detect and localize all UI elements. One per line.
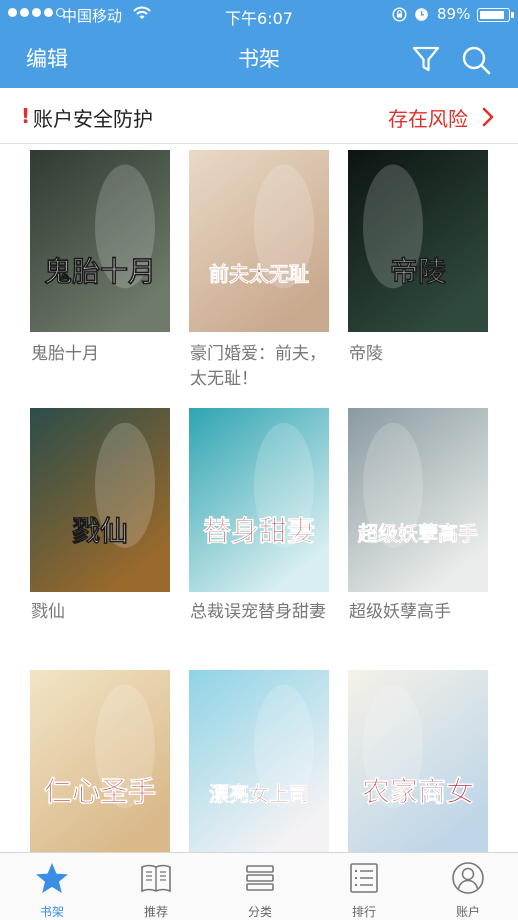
risk-status[interactable]: 存在风险 [388, 103, 468, 132]
stack-icon [246, 865, 274, 891]
tab-recommend[interactable]: 推荐 [104, 853, 208, 920]
security-label: 账户安全防护 [33, 107, 153, 131]
book-cover[interactable]: 替身甜妻 [189, 408, 329, 592]
tab-label: 排行 [351, 905, 376, 919]
book-title[interactable]: 鬼胎十月 [31, 342, 171, 367]
cover-art: 前夫太无耻 [189, 150, 329, 332]
cover-art: 仁心圣手 [30, 670, 170, 852]
filter-icon[interactable] [411, 44, 441, 74]
book-cover[interactable]: 戮仙 [30, 408, 170, 592]
tab-label: 书架 [39, 905, 64, 919]
tab-bar: 书架 推荐 分类 排行 账户 [0, 852, 518, 920]
search-icon[interactable] [460, 44, 492, 76]
user-icon [452, 862, 484, 894]
chevron-right-icon[interactable] [481, 107, 495, 127]
cover-title-art: 农家商女 [361, 775, 474, 808]
cover-art: 戮仙 [30, 408, 170, 592]
cover-title-art: 前夫太无耻 [209, 262, 309, 286]
book-cover[interactable]: 农家商女 [348, 670, 488, 852]
status-bar: 中国移动 下午6:07 89% [0, 0, 518, 30]
book-cover[interactable]: 鬼胎十月 [30, 150, 170, 332]
cover-title-art: 帝陵 [390, 255, 447, 288]
battery-icon [477, 8, 514, 22]
book-cover[interactable]: 超级妖孽高手 [348, 408, 488, 592]
cover-title-art: 戮仙 [72, 514, 128, 547]
account-security-banner[interactable]: ! 账户安全防护 存在风险 [0, 88, 518, 144]
star-icon [36, 863, 68, 893]
rotation-lock-icon [392, 7, 407, 22]
cover-title-art: 仁心圣手 [44, 775, 156, 808]
tab-label: 分类 [247, 905, 272, 919]
tab-label: 推荐 [143, 905, 168, 919]
book-cover[interactable]: 漂亮女上司 [189, 670, 329, 852]
top-bar: 中国移动 下午6:07 89% 编辑 书架 [0, 0, 518, 88]
book-title[interactable]: 豪门婚爱：前夫，太无耻！ [190, 342, 330, 392]
cover-art: 超级妖孽高手 [348, 408, 488, 592]
book-icon [141, 864, 171, 893]
book-title[interactable]: 戮仙 [31, 600, 171, 625]
cover-title-art: 鬼胎十月 [44, 255, 156, 288]
bookshelf-grid: 鬼胎十月 鬼胎十月 前夫太无耻 豪门婚爱：前夫，太无耻！ 帝陵 帝陵 戮仙 戮仙… [0, 144, 518, 852]
tab-bookshelf[interactable]: 书架 [0, 853, 104, 920]
cover-art: 农家商女 [348, 670, 488, 852]
cover-art: 帝陵 [348, 150, 488, 332]
list-icon [350, 863, 378, 893]
tab-ranking[interactable]: 排行 [312, 853, 416, 920]
cover-title-art: 替身甜妻 [203, 514, 315, 547]
book-title[interactable]: 总裁误宠替身甜妻 [190, 600, 330, 625]
book-cover[interactable]: 前夫太无耻 [189, 150, 329, 332]
cover-title-art: 超级妖孽高手 [357, 521, 478, 545]
warning-mark: ! [21, 104, 31, 128]
book-cover[interactable]: 帝陵 [348, 150, 488, 332]
cover-art: 替身甜妻 [189, 408, 329, 592]
tab-label: 账户 [455, 905, 480, 919]
alarm-icon [415, 8, 428, 21]
tab-category[interactable]: 分类 [208, 853, 312, 920]
book-title[interactable]: 帝陵 [349, 342, 489, 367]
cover-art: 漂亮女上司 [189, 670, 329, 852]
tab-account[interactable]: 账户 [416, 853, 518, 920]
cover-title-art: 漂亮女上司 [209, 782, 309, 806]
cover-art: 鬼胎十月 [30, 150, 170, 332]
battery-percentage: 89% [437, 5, 471, 23]
book-cover[interactable]: 仁心圣手 [30, 670, 170, 852]
book-title[interactable]: 超级妖孽高手 [349, 600, 489, 625]
